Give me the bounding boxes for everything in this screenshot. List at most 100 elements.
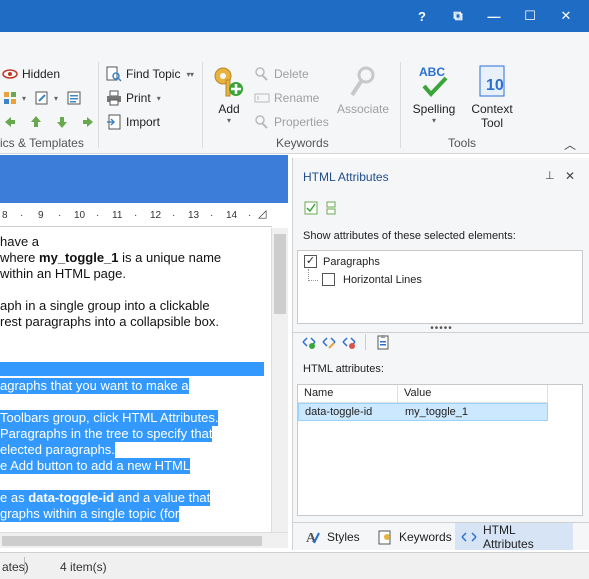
rename-icon <box>254 90 270 106</box>
scrollbar-thumb[interactable] <box>274 234 286 314</box>
ruler-tick: · <box>134 210 138 221</box>
keywords-icon <box>377 529 393 545</box>
ruler-tick: 8 <box>2 210 8 221</box>
rename-button[interactable]: Rename <box>254 88 319 108</box>
grid-icon[interactable] <box>2 90 18 106</box>
pin-icon[interactable]: ⊥ <box>545 169 555 182</box>
attributes-table: Name Value data-toggle-id my_toggle_1 <box>297 384 583 516</box>
uncheck-all-icon[interactable] <box>323 200 339 216</box>
editor-line-selected: e Add button to add a new HTML <box>0 458 191 474</box>
hidden-eye-icon <box>2 66 18 82</box>
arrow-buttons-row <box>2 112 100 132</box>
topic-edit-icon[interactable] <box>34 90 50 106</box>
delete-attribute-icon[interactable] <box>341 334 357 350</box>
editor-line-selected: Toolbars group, click HTML Attributes. <box>0 410 219 426</box>
chevron-down-icon[interactable]: ▾ <box>22 94 26 103</box>
ruler-tick: · <box>96 210 100 221</box>
close-window-button[interactable]: ✕ <box>548 0 584 32</box>
column-header-name[interactable]: Name <box>298 385 398 403</box>
table-row[interactable]: data-toggle-id my_toggle_1 <box>298 403 548 421</box>
html-attributes-label: HTML attributes: <box>303 363 384 375</box>
tree-connector <box>308 280 318 281</box>
arrow-right-icon[interactable] <box>80 114 96 130</box>
print-button[interactable]: Print ▾ <box>106 88 161 108</box>
styles-icon: A <box>305 529 321 545</box>
tab-html-attributes[interactable]: HTML Attributes <box>455 523 573 551</box>
ruler-tick: · <box>210 210 214 221</box>
chevron-down-icon: ▾ <box>190 70 195 79</box>
add-attribute-icon[interactable] <box>301 334 317 350</box>
tree-item-horizontal-lines[interactable]: Horizontal Lines <box>322 273 422 286</box>
spelling-button[interactable]: ABC Spelling ▾ <box>410 64 458 125</box>
editor-line: where my_toggle_1 is a unique name <box>0 250 222 265</box>
ruler-indent-icon[interactable]: ◿ <box>258 207 266 220</box>
group-separator <box>202 62 203 148</box>
delete-button[interactable]: Delete <box>254 64 309 84</box>
find-topic-button[interactable]: Find Topic ▾ <box>106 64 191 84</box>
find-topic-label: Find Topic <box>126 67 181 81</box>
context-tool-button[interactable]: 10 Context Tool <box>466 64 518 130</box>
checkbox-checked[interactable]: ✓ <box>304 255 317 268</box>
close-panel-icon[interactable]: ✕ <box>565 169 575 183</box>
column-header-value[interactable]: Value <box>398 385 548 403</box>
group-separator <box>98 62 99 148</box>
ribbon: Hidden ▾ ▾ Find Topic ▾ Print ▾ Import ▾… <box>0 32 589 154</box>
hidden-button[interactable]: Hidden <box>2 64 60 84</box>
ruler-tick: · <box>172 210 176 221</box>
ruler-tick: 13 <box>188 210 200 221</box>
edit-attribute-icon[interactable] <box>321 334 337 350</box>
checkbox-unchecked[interactable] <box>322 273 335 286</box>
group-label-keywords: Keywords <box>276 136 329 150</box>
divider <box>293 332 589 333</box>
svg-text:A: A <box>306 531 317 545</box>
properties-button[interactable]: Properties <box>254 112 329 132</box>
arrow-down-icon[interactable] <box>54 114 70 130</box>
panel-title: HTML Attributes <box>303 170 389 184</box>
status-bar: ates) 4 item(s) <box>0 552 589 579</box>
associate-label: Associate <box>336 102 390 116</box>
toolbar-divider <box>365 334 366 350</box>
editor-line: within an HTML page. <box>0 266 126 281</box>
html-attributes-icon <box>461 529 477 545</box>
check-all-icon[interactable] <box>303 200 319 216</box>
help-button[interactable]: ? <box>404 0 440 32</box>
topic-editor[interactable]: have a where my_toggle_1 is a unique nam… <box>0 228 270 548</box>
spelling-label: Spelling <box>412 102 456 116</box>
arrow-left-icon[interactable] <box>2 114 18 130</box>
tab-styles[interactable]: A Styles <box>299 523 366 550</box>
rename-label: Rename <box>274 91 320 105</box>
paste-attribute-icon[interactable] <box>375 334 391 350</box>
maximize-button[interactable]: ☐ <box>512 0 548 32</box>
ruler-tick: 12 <box>150 210 162 221</box>
import-button[interactable]: Import <box>106 112 160 132</box>
layout-buttons-row: ▾ ▾ <box>2 88 86 108</box>
add-keyword-button[interactable]: Add ▾ <box>210 64 248 125</box>
chevron-down-icon[interactable]: ▾ <box>54 94 58 103</box>
chevron-down-icon: ▾ <box>431 116 436 125</box>
topic-list-icon[interactable] <box>66 90 82 106</box>
tab-keywords[interactable]: Keywords <box>371 523 458 550</box>
context-tool-icon: 10 <box>474 64 510 100</box>
minimize-button[interactable]: — <box>476 0 512 32</box>
import-label: Import <box>126 115 161 129</box>
key-associate-icon <box>345 64 381 100</box>
collapse-ribbon-icon[interactable]: ︿ <box>564 136 576 153</box>
scrollbar-thumb[interactable] <box>2 536 262 546</box>
group-label-topics-templates: ics & Templates <box>0 136 84 150</box>
arrow-up-icon[interactable] <box>28 114 44 130</box>
associate-button[interactable]: Associate <box>336 64 390 116</box>
status-item-count: 4 item(s) <box>60 560 107 574</box>
hidden-label: Hidden <box>22 67 61 81</box>
find-topic-icon <box>106 66 122 82</box>
restore-layout-button[interactable]: ⧉ <box>440 0 476 32</box>
group-separator <box>400 62 401 148</box>
vertical-scrollbar[interactable] <box>271 228 288 548</box>
editor-line-selected: Paragraphs in the tree to specify that <box>0 426 213 442</box>
horizontal-scrollbar[interactable] <box>0 532 288 548</box>
editor-line-selected: agraphs that you want to make a <box>0 378 189 394</box>
tree-item-paragraphs[interactable]: ✓ Paragraphs <box>304 255 380 268</box>
add-label: Add <box>218 102 240 116</box>
element-tree: ✓ Paragraphs Horizontal Lines <box>297 250 583 324</box>
attribute-value-cell: my_toggle_1 <box>405 406 468 418</box>
svg-text:10: 10 <box>486 77 504 94</box>
